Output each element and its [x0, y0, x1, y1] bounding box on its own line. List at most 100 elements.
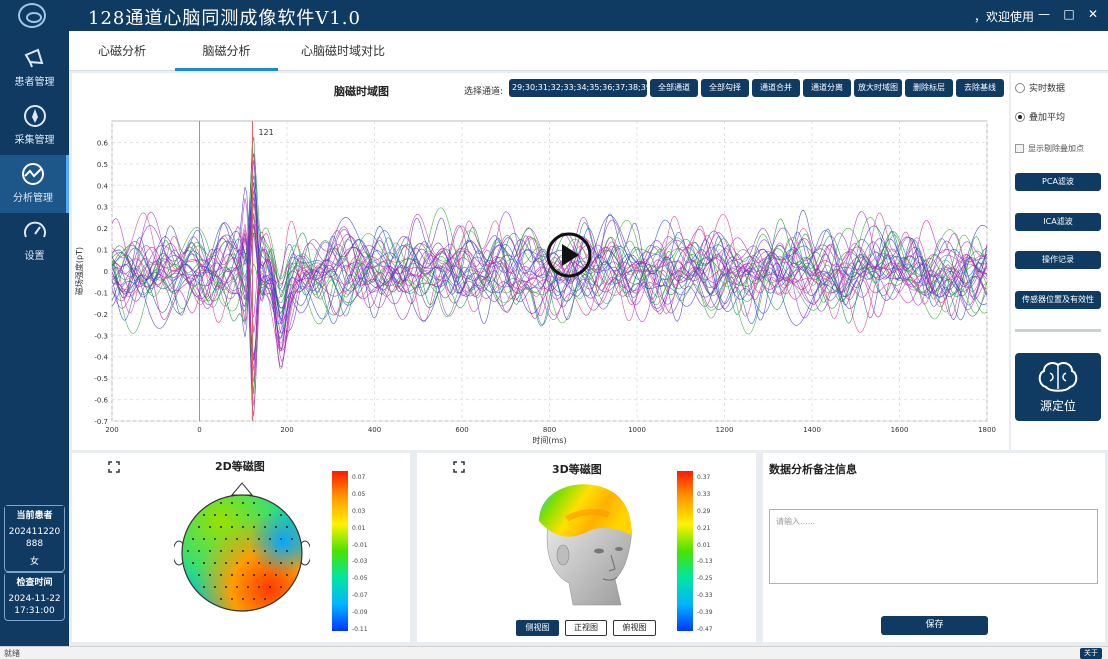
side-view-button[interactable]: 侧视图	[516, 620, 559, 636]
average-radio-label: 叠加平均	[1029, 113, 1066, 123]
sidebar-item-acquisition[interactable]: 采集管理	[0, 97, 69, 155]
colorbar-tick-label: 0.37	[697, 474, 711, 481]
top-view-button[interactable]: 俯视图	[613, 620, 656, 636]
brain-icon	[1038, 362, 1078, 392]
colorbar-tick-label: -0.25	[697, 575, 713, 583]
y-tick-label: 0.5	[97, 161, 108, 169]
current-patient-title: 当前患者	[5, 506, 64, 523]
chart-title: 脑磁时域图	[334, 85, 389, 98]
separate-channels-button[interactable]: 通道分离	[803, 79, 851, 97]
show-excluded-label: 显示剔除叠加点	[1028, 144, 1084, 153]
maximize-button[interactable]: □	[1060, 5, 1078, 23]
options-divider	[1015, 329, 1101, 332]
radio-off-icon	[1015, 82, 1025, 93]
tab-cardiac-analysis[interactable]: 心磁分析	[77, 31, 167, 71]
all-channels-button[interactable]: 全部通道	[650, 79, 698, 97]
options-panel: 实时数据 叠加平均 显示剔除叠加点 PCA滤波 ICA滤波 操作记录 传感器位置…	[1011, 73, 1108, 450]
sidebar-item-label: 患者管理	[14, 77, 55, 88]
sensor-dot	[253, 526, 255, 528]
compass-icon	[23, 105, 46, 127]
sensor-dot	[214, 514, 216, 516]
sensor-dot	[220, 550, 222, 552]
3d-colorbar-labels: 0.37 0.33 0.29 0.21 0.01 -0.13 -0.25 -0.33 -0.39…	[697, 471, 727, 633]
remove-baseline-button[interactable]: 去除基线	[956, 79, 1004, 97]
operation-log-button[interactable]: 操作记录	[1015, 251, 1101, 269]
zoom-chart-button[interactable]: 放大时域图	[854, 79, 902, 97]
panel-2d-map: 2D等磁图 0.07 0.05 0.03 0.01 -0.01 -0.03 -0…	[72, 453, 410, 642]
sensor-dot	[231, 550, 233, 552]
x-tick-label: 800	[543, 426, 556, 434]
sensor-dot	[242, 526, 244, 528]
x-tick-label: 200	[105, 426, 118, 434]
show-excluded-checkbox[interactable]: 显示剔除叠加点	[1015, 143, 1084, 154]
colorbar-tick-label: -0.07	[352, 592, 368, 600]
colorbar-tick-label: 0.01	[697, 541, 711, 549]
ica-filter-button[interactable]: ICA滤波	[1015, 213, 1101, 231]
time-domain-chart[interactable]: 0.6 0.5 0.4 0.3 0.2 0.1 0 -0.1 -0.2 -0.3 -0.4 -0.5 -…	[72, 101, 1009, 450]
sensor-dot	[220, 502, 222, 504]
sensor-position-button[interactable]: 传感器位置及有效性	[1015, 291, 1101, 309]
app-title: 128通道心脑同测成像软件V1.0	[88, 8, 361, 29]
sensor-dot	[286, 526, 288, 528]
sidebar-item-label: 采集管理	[14, 135, 55, 146]
sidebar-item-settings[interactable]: 设置	[0, 213, 69, 271]
x-tick-label: 200	[280, 426, 293, 434]
sensor-dot	[231, 502, 233, 504]
about-button[interactable]: 关于	[1080, 648, 1102, 659]
sensor-dot	[247, 562, 249, 564]
2d-magnetic-map[interactable]	[174, 481, 310, 616]
notes-title: 数据分析备注信息	[769, 463, 857, 476]
colorbar-tick-label: 0.05	[352, 490, 366, 498]
sensor-dot	[236, 538, 238, 540]
3d-head-model[interactable]	[529, 479, 639, 607]
nose-marker	[230, 482, 254, 496]
sensor-dot	[264, 550, 266, 552]
sensor-dot	[269, 562, 271, 564]
tab-heart-brain-compare[interactable]: 心脑磁时域对比	[283, 31, 403, 71]
time-cursor-label: 121	[258, 128, 273, 137]
sensor-dot	[258, 586, 260, 588]
sensor-dot	[214, 586, 216, 588]
notes-textarea[interactable]: 请输入......	[769, 509, 1098, 584]
close-button[interactable]: ✕	[1084, 5, 1102, 23]
realtime-radio[interactable]: 实时数据	[1015, 81, 1065, 94]
realtime-radio-label: 实时数据	[1029, 84, 1066, 94]
sensor-dot	[231, 598, 233, 600]
exam-time-box: 检查时间 2024-11-22 17:31:00	[4, 572, 65, 621]
sensor-dot	[203, 586, 205, 588]
radio-on-icon	[1015, 111, 1025, 122]
sensor-dot	[286, 574, 288, 576]
average-radio[interactable]: 叠加平均	[1015, 110, 1065, 123]
colorbar-tick-label: -0.39	[697, 609, 713, 617]
sidebar-item-label: 分析管理	[13, 193, 53, 204]
sidebar-item-analysis[interactable]: 分析管理	[0, 155, 69, 213]
sensor-dot	[280, 514, 282, 516]
sensor-dot	[220, 574, 222, 576]
select-all-button[interactable]: 全部勾择	[701, 79, 749, 97]
expand-icon[interactable]	[108, 461, 120, 473]
colorbar-tick-label: -0.33	[697, 592, 713, 600]
exam-time: 17:31:00	[14, 606, 55, 616]
panel-3d-map: 3D等磁图 侧视图 正视图 俯视图 0.37 0.33 0.29 0.21 0.01 -0…	[417, 453, 756, 642]
colorbar-tick-label: 0.33	[697, 490, 711, 498]
sensor-dot	[286, 550, 288, 552]
expand-icon[interactable]	[453, 461, 465, 473]
save-button[interactable]: 保存	[881, 616, 988, 635]
sensor-dot	[269, 514, 271, 516]
pca-filter-button[interactable]: PCA滤波	[1015, 173, 1101, 191]
colorbar-tick-label: -0.03	[352, 558, 368, 566]
front-view-button[interactable]: 正视图	[565, 620, 607, 636]
y-tick-label: -0.6	[94, 397, 108, 405]
delete-marker-button[interactable]: 删除标层	[905, 79, 953, 97]
colorbar-tick-label: -0.13	[697, 558, 713, 566]
y-tick-label: -0.1	[94, 289, 108, 297]
source-localization-button[interactable]: 源定位	[1015, 353, 1101, 421]
sensor-dot	[214, 538, 216, 540]
channel-select-dropdown[interactable]: 29;30;31;32;33;34;35;36;37;38;39;40	[509, 79, 647, 97]
minimize-button[interactable]: —	[1035, 5, 1053, 23]
merge-channels-button[interactable]: 通道合并	[752, 79, 800, 97]
sidebar-item-patient[interactable]: 患者管理	[0, 39, 69, 97]
channel-select-label: 选择通道:	[464, 87, 504, 97]
tab-brain-analysis[interactable]: 脑磁分析	[175, 31, 278, 71]
sensor-dot	[203, 562, 205, 564]
